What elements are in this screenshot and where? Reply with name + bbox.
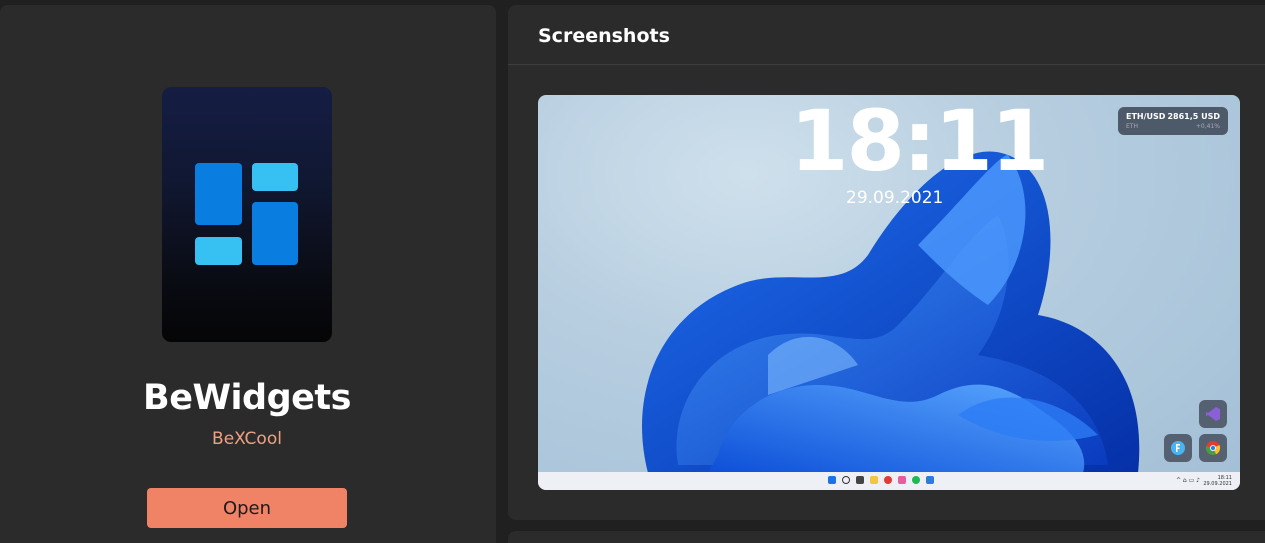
logo-tile xyxy=(252,163,298,191)
spotify-icon xyxy=(912,476,920,484)
taskbar: ^ ⌂ ▭ ♪ 18:11 29.09.2021 xyxy=(538,472,1240,490)
app-info-panel: BeWidgets BeXCool Open xyxy=(0,5,496,543)
app-icon xyxy=(898,476,906,484)
app-logo-icon xyxy=(162,87,332,342)
logo-tile xyxy=(195,163,242,225)
section-title: Screenshots xyxy=(538,25,670,47)
chrome-icon xyxy=(1199,434,1227,462)
screenshot-thumbnail[interactable]: 18:11 29.09.2021 ETH/USD ETH 2861,5 USD … xyxy=(538,95,1240,490)
taskbar-apps xyxy=(828,476,934,484)
crypto-widget: ETH/USD ETH 2861,5 USD +0,41% xyxy=(1118,107,1228,135)
tray-icons: ^ ⌂ ▭ ♪ xyxy=(1175,477,1200,484)
date-widget: 29.09.2021 xyxy=(846,188,944,208)
start-icon xyxy=(828,476,836,484)
crypto-pair: ETH/USD xyxy=(1126,112,1166,121)
tray-date: 29.09.2021 xyxy=(1203,481,1232,487)
logo-tile xyxy=(195,237,242,265)
visual-studio-icon xyxy=(1199,400,1227,428)
files-app-icon xyxy=(1164,434,1192,462)
clock-widget: 18:11 xyxy=(790,95,1049,190)
task-view-icon xyxy=(856,476,864,484)
app-author-link[interactable]: BeXCool xyxy=(0,429,494,449)
crypto-price: 2861,5 USD xyxy=(1167,112,1220,121)
crypto-coin: ETH xyxy=(1126,123,1138,130)
app-details-page: BeWidgets BeXCool Open Screenshots 18:11… xyxy=(0,0,1265,543)
divider xyxy=(508,64,1265,65)
logo-tile xyxy=(252,202,298,265)
app-name: BeWidgets xyxy=(143,378,351,418)
screenshots-panel: Screenshots 18:11 29.09.2021 ETH/USD ETH… xyxy=(508,5,1265,520)
search-icon xyxy=(842,476,850,484)
chrome-icon xyxy=(884,476,892,484)
app-icon xyxy=(926,476,934,484)
crypto-change: +0,41% xyxy=(1195,123,1220,130)
tray-clock: 18:11 29.09.2021 xyxy=(1203,475,1232,487)
folder-icon xyxy=(870,476,878,484)
next-section-panel xyxy=(508,531,1265,543)
open-button[interactable]: Open xyxy=(147,488,347,528)
